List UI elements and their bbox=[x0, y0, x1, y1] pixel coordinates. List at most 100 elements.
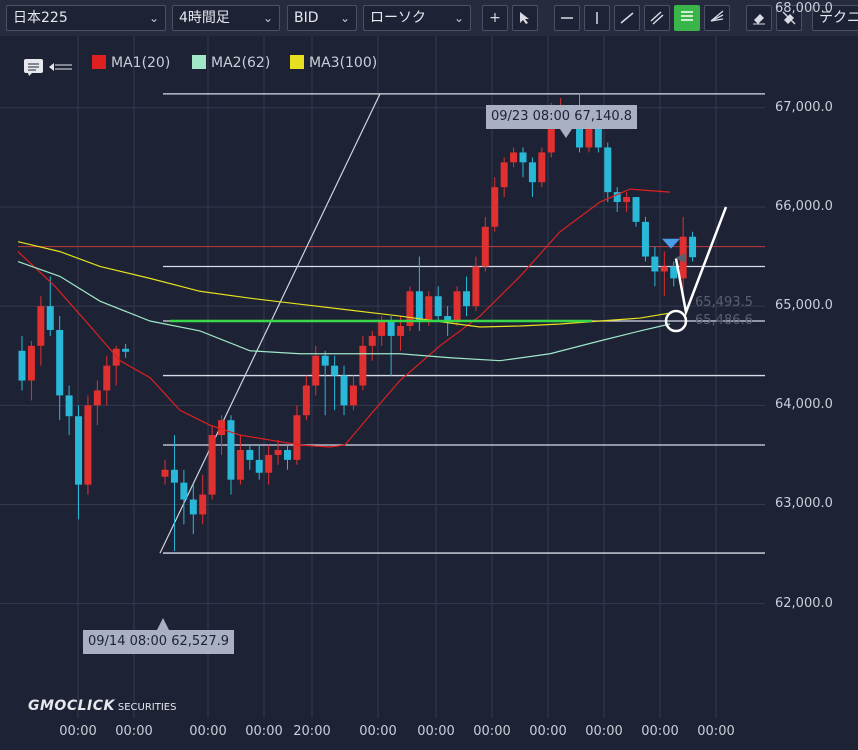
candle-down bbox=[227, 420, 235, 480]
high-callout-pointer bbox=[560, 129, 572, 138]
candle-down bbox=[321, 355, 329, 366]
candle-up bbox=[425, 296, 433, 322]
candle-up bbox=[472, 266, 480, 307]
trend-line-icon bbox=[620, 12, 634, 24]
y-tick-label: 63,000.0 bbox=[775, 496, 833, 512]
symbol-select[interactable]: 日本225 ⌄ bbox=[6, 5, 166, 31]
vertical-line-tool-button[interactable] bbox=[584, 5, 610, 31]
parallel-lines-tool-button[interactable] bbox=[644, 5, 670, 31]
x-tick-label: 00:00 bbox=[359, 724, 397, 739]
x-tick-label: 00:00 bbox=[529, 724, 567, 739]
x-tick-label: 00:00 bbox=[585, 724, 623, 739]
legend-ma2-label: MA2(62) bbox=[211, 55, 271, 71]
candle-up bbox=[208, 435, 216, 495]
candle-down bbox=[122, 348, 130, 352]
candle-down bbox=[594, 127, 602, 148]
chat-list-icon bbox=[24, 59, 72, 76]
chevron-down-icon: ⌄ bbox=[453, 11, 464, 25]
candle-up bbox=[265, 454, 273, 473]
x-tick-label: 20:00 bbox=[293, 724, 331, 739]
fibonacci-retracement-tool-button[interactable] bbox=[674, 5, 700, 31]
candle-up bbox=[161, 469, 169, 477]
fibonacci-fan-tool-button[interactable] bbox=[704, 5, 730, 31]
trend-line-tool-button[interactable] bbox=[614, 5, 640, 31]
low-callout-pointer bbox=[157, 618, 169, 630]
candle-up bbox=[510, 152, 518, 163]
candle-down bbox=[632, 197, 640, 222]
candle-up bbox=[37, 306, 45, 346]
candle-up bbox=[397, 325, 405, 336]
x-tick-label: 00:00 bbox=[473, 724, 511, 739]
pointer-tool-button[interactable] bbox=[512, 5, 538, 31]
y-tick-label: 67,000.0 bbox=[775, 99, 833, 115]
price-side-select-label: BID bbox=[294, 10, 319, 26]
candle-up bbox=[585, 127, 593, 148]
legend-ma2[interactable]: MA2(62) bbox=[192, 54, 270, 72]
horizontal-line-icon bbox=[561, 17, 573, 19]
candle-up bbox=[293, 415, 301, 460]
candle-up bbox=[84, 405, 92, 485]
candle-up bbox=[368, 335, 376, 346]
chevron-down-icon: ⌄ bbox=[262, 11, 273, 25]
candle-up bbox=[236, 449, 244, 480]
candle-down bbox=[387, 321, 395, 336]
current-price-label-upper: 65,493.5 bbox=[695, 295, 753, 310]
candle-up bbox=[491, 187, 499, 227]
low-price-callout-text: 09/14 08:00 62,527.9 bbox=[88, 634, 230, 649]
fibonacci-fan-icon bbox=[710, 10, 724, 22]
y-tick-label: 62,000.0 bbox=[775, 595, 833, 611]
symbol-select-label: 日本225 bbox=[13, 10, 68, 26]
legend-ma1[interactable]: MA1(20) bbox=[92, 54, 170, 72]
brand-suffix: SECURITIES bbox=[117, 702, 177, 713]
candle-down bbox=[189, 499, 197, 515]
ma2-swatch bbox=[192, 55, 206, 69]
chart-type-select[interactable]: ローソク ⌄ bbox=[363, 5, 471, 31]
horizontal-line-tool-button[interactable] bbox=[554, 5, 580, 31]
candle-down bbox=[65, 395, 73, 417]
timeframe-select[interactable]: 4時間足 ⌄ bbox=[172, 5, 280, 31]
eraser-tool-button[interactable] bbox=[746, 5, 772, 31]
y-tick-label: 65,000.0 bbox=[775, 298, 833, 314]
crosshair-tool-button[interactable]: + bbox=[482, 5, 508, 31]
crosshair-icon: + bbox=[489, 10, 501, 26]
candle-down bbox=[651, 256, 659, 272]
chart-toolbar: 日本225 ⌄ 4時間足 ⌄ BID ⌄ ローソク ⌄ + テクニ bbox=[0, 0, 858, 36]
legend-ma3[interactable]: MA3(100) bbox=[290, 54, 377, 72]
candle-up bbox=[349, 385, 357, 406]
chevron-down-icon: ⌄ bbox=[339, 11, 350, 25]
eraser-icon bbox=[753, 14, 765, 25]
candle-up bbox=[27, 345, 35, 381]
candle-up bbox=[103, 365, 111, 391]
candle-up bbox=[93, 390, 101, 406]
price-side-select[interactable]: BID ⌄ bbox=[287, 5, 357, 31]
legend-ma3-label: MA3(100) bbox=[309, 55, 378, 71]
candle-down bbox=[18, 350, 26, 381]
x-tick-label: 00:00 bbox=[115, 724, 153, 739]
y-tick-label: 66,000.0 bbox=[775, 198, 833, 214]
candle-up bbox=[274, 449, 282, 455]
candle-down bbox=[180, 482, 188, 500]
candle-down bbox=[434, 296, 442, 317]
candle-up bbox=[302, 385, 310, 416]
candle-up bbox=[359, 345, 367, 386]
candle-up bbox=[660, 266, 668, 272]
candle-down bbox=[56, 329, 64, 396]
parallel-lines-icon bbox=[650, 11, 664, 25]
high-price-callout-text: 09/23 08:00 67,140.8 bbox=[491, 109, 633, 124]
high-price-callout: 09/23 08:00 67,140.8 bbox=[486, 105, 638, 129]
candle-down bbox=[528, 162, 536, 183]
candle-down bbox=[415, 291, 423, 322]
legend-toggle-button[interactable] bbox=[24, 58, 72, 80]
candle-down bbox=[670, 266, 678, 279]
candle-down bbox=[284, 449, 291, 460]
candle-up bbox=[500, 162, 508, 188]
candle-down bbox=[331, 365, 339, 376]
x-tick-label: 00:00 bbox=[641, 724, 679, 739]
fibonacci-icon bbox=[681, 11, 693, 21]
candle-up bbox=[112, 348, 120, 366]
chevron-down-icon: ⌄ bbox=[148, 11, 159, 25]
x-tick-label: 00:00 bbox=[417, 724, 455, 739]
candle-up bbox=[312, 355, 320, 386]
ma3-line bbox=[17, 241, 671, 328]
candle-down bbox=[246, 449, 254, 460]
